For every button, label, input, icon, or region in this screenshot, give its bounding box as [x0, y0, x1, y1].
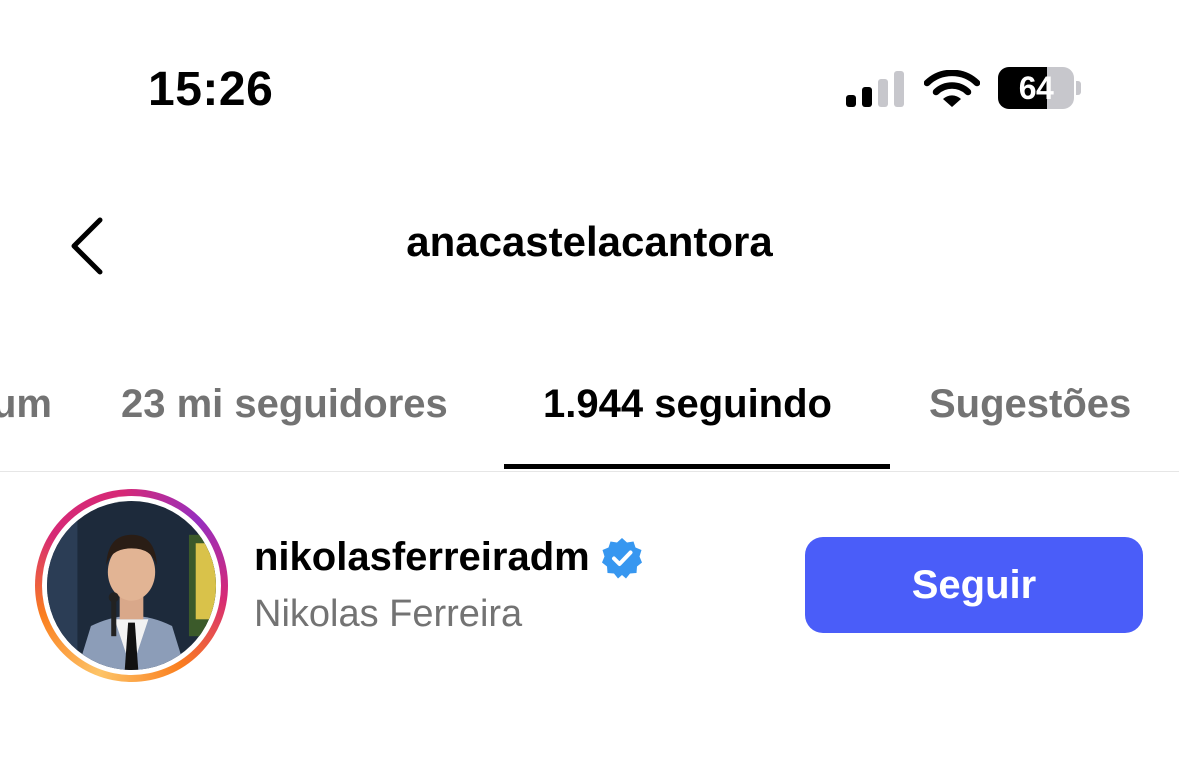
avatar [47, 501, 216, 670]
follow-button[interactable]: Seguir [805, 537, 1143, 633]
verified-badge-icon [601, 537, 642, 578]
active-tab-indicator [504, 464, 890, 469]
page-title: anacastelacantora [406, 218, 773, 265]
tab-suggestions[interactable]: Sugestões [929, 382, 1131, 427]
wifi-icon [924, 70, 980, 107]
profile-tabs: um 23 mi seguidores 1.944 seguindo Suges… [0, 360, 1179, 472]
username[interactable]: nikolasferreiradm [254, 535, 590, 580]
username-line: nikolasferreiradm [254, 535, 644, 580]
battery-percent: 64 [1018, 69, 1054, 106]
tab-subscriptions[interactable]: um [0, 382, 52, 427]
full-name: Nikolas Ferreira [254, 593, 523, 635]
status-time: 15:26 [148, 63, 274, 116]
tab-followers[interactable]: 23 mi seguidores [121, 382, 448, 427]
battery-icon: 64 [998, 67, 1082, 109]
cellular-signal-icon [846, 71, 906, 107]
following-list-screen: 15:26 64 anacastelacantora um 23 mi segu… [0, 0, 1179, 765]
tab-following[interactable]: 1.944 seguindo [543, 382, 832, 427]
story-ring[interactable] [35, 489, 228, 682]
list-item[interactable]: nikolasferreiradm Nikolas Ferreira Segui… [0, 487, 1179, 687]
